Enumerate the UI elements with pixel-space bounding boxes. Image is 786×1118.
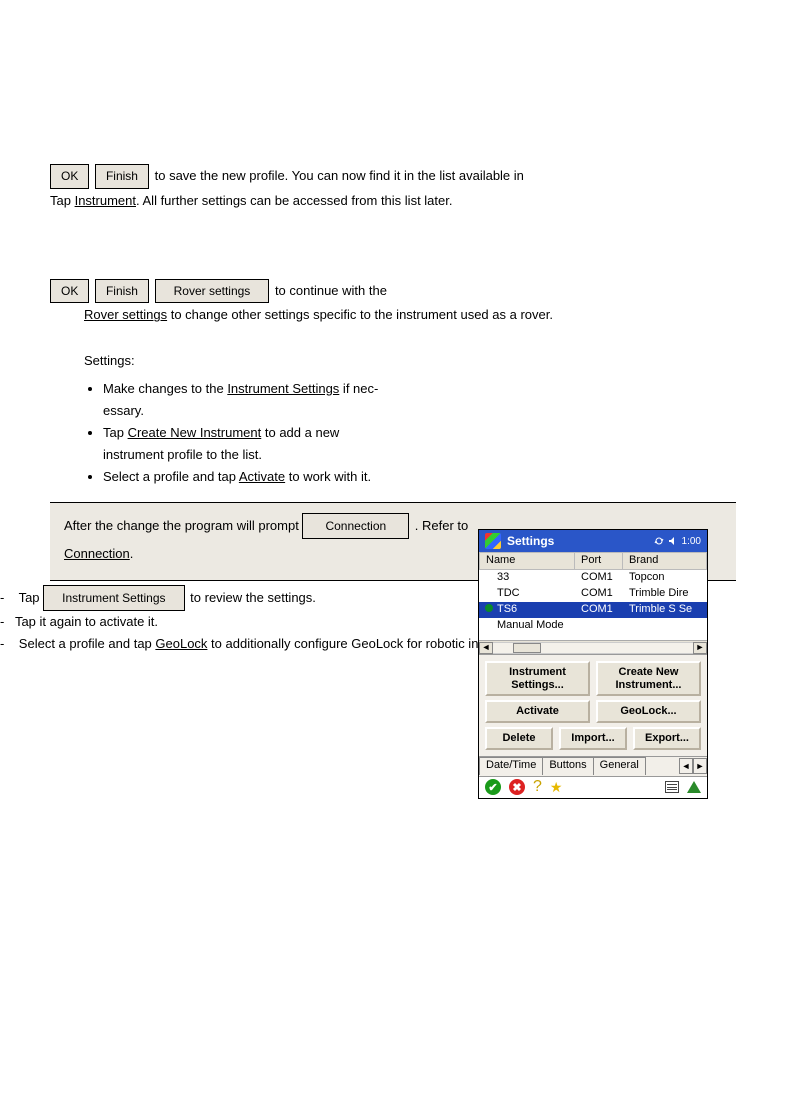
sync-icon	[654, 536, 664, 546]
row2-text: to continue with the	[275, 283, 387, 298]
col-header-port[interactable]: Port	[575, 552, 623, 570]
rover-settings-link[interactable]: Rover settings	[84, 307, 167, 322]
tab-scroll-left-icon[interactable]: ◄	[679, 758, 693, 774]
table-row[interactable]: Manual Mode	[479, 618, 707, 634]
speaker-icon	[668, 536, 678, 546]
col-header-brand[interactable]: Brand	[623, 552, 707, 570]
connection-button[interactable]: Connection	[302, 513, 409, 539]
pda-button-panel: Instrument Settings... Create New Instru…	[479, 655, 707, 756]
table-row[interactable]: TDC COM1 Trimble Dire	[479, 586, 707, 602]
rover-settings-button[interactable]: Rover settings	[155, 279, 270, 304]
windows-logo-icon	[485, 533, 501, 549]
horizontal-scrollbar[interactable]: ◄ ►	[479, 640, 707, 654]
instrument-table: Name Port Brand 33 COM1 Topcon TDC COM1 …	[479, 552, 707, 655]
col-header-name[interactable]: Name	[479, 552, 575, 570]
pda-titlebar: Settings 1:00	[479, 530, 707, 552]
ok-button-1[interactable]: OK	[50, 164, 89, 189]
list-item: Make changes to the Instrument Settings …	[103, 378, 380, 422]
active-indicator-icon	[485, 604, 493, 612]
delete-pbtn[interactable]: Delete	[485, 727, 553, 750]
tab-general[interactable]: General	[593, 757, 646, 775]
keyboard-icon[interactable]	[665, 781, 679, 793]
ok-icon[interactable]: ✔	[485, 779, 501, 795]
pda-tabs: Date/Time Buttons General ◄ ►	[479, 756, 707, 776]
instrument-sentence: Tap Instrument. All further settings can…	[50, 191, 736, 211]
settings-label: Settings:	[84, 351, 380, 371]
import-pbtn[interactable]: Import...	[559, 727, 627, 750]
export-pbtn[interactable]: Export...	[633, 727, 701, 750]
row1-text: to save the new profile. You can now fin…	[155, 168, 524, 183]
scroll-thumb[interactable]	[513, 643, 541, 653]
titlebar-status: 1:00	[654, 536, 701, 547]
geolock-pbtn[interactable]: GeoLock...	[596, 700, 701, 723]
table-header: Name Port Brand	[479, 552, 707, 570]
activate-link[interactable]: Activate	[239, 469, 285, 484]
row-ok-finish-2: OK Finish Rover settings to continue wit…	[50, 279, 736, 304]
activate-pbtn[interactable]: Activate	[485, 700, 590, 723]
connection-status-icon	[687, 781, 701, 793]
create-new-instrument-pbtn[interactable]: Create New Instrument...	[596, 661, 701, 696]
tab-scroll-right-icon[interactable]: ►	[693, 758, 707, 774]
finish-button-1[interactable]: Finish	[95, 164, 149, 189]
instrument-settings-button[interactable]: Instrument Settings	[43, 585, 184, 611]
list-item: Tap Create New Instrument to add a new i…	[103, 422, 380, 466]
instr-after: . All further settings can be accessed f…	[136, 193, 452, 208]
list-item: Select a profile and tap Activate to wor…	[103, 466, 380, 488]
instrument-link[interactable]: Instrument	[75, 193, 136, 208]
tab-date-time[interactable]: Date/Time	[479, 757, 543, 775]
rover-after: to change other settings specific to the…	[167, 307, 553, 322]
clock-text: 1:00	[682, 536, 701, 547]
row-ok-finish-1: OK Finish to save the new profile. You c…	[50, 164, 736, 189]
tab-buttons[interactable]: Buttons	[542, 757, 593, 775]
settings-list: Make changes to the Instrument Settings …	[85, 378, 380, 488]
rover-sentence: Rover settings to change other settings …	[84, 305, 736, 325]
finish-button-2[interactable]: Finish	[95, 279, 149, 304]
favorite-icon[interactable]: ★	[550, 779, 563, 796]
instrument-settings-pbtn[interactable]: Instrument Settings...	[485, 661, 590, 696]
help-icon[interactable]: ?	[533, 778, 542, 796]
table-row[interactable]: 33 COM1 Topcon	[479, 570, 707, 586]
pda-title-text: Settings	[507, 534, 554, 548]
scroll-right-icon[interactable]: ►	[693, 642, 707, 654]
cancel-icon[interactable]: ✖	[509, 779, 525, 795]
create-new-instrument-link[interactable]: Create New Instrument	[128, 425, 262, 440]
connection-link[interactable]: Connection	[64, 546, 130, 561]
scroll-left-icon[interactable]: ◄	[479, 642, 493, 654]
table-row-selected[interactable]: TS6 COM1 Trimble S Se	[479, 602, 707, 618]
pda-status-bar: ✔ ✖ ? ★	[479, 776, 707, 798]
pda-settings-window: Settings 1:00 Name Port Brand 33 COM1 To…	[478, 529, 708, 799]
geolock-link[interactable]: GeoLock	[155, 636, 207, 651]
ok-button-2[interactable]: OK	[50, 279, 89, 304]
instrument-settings-link[interactable]: Instrument Settings	[227, 381, 339, 396]
